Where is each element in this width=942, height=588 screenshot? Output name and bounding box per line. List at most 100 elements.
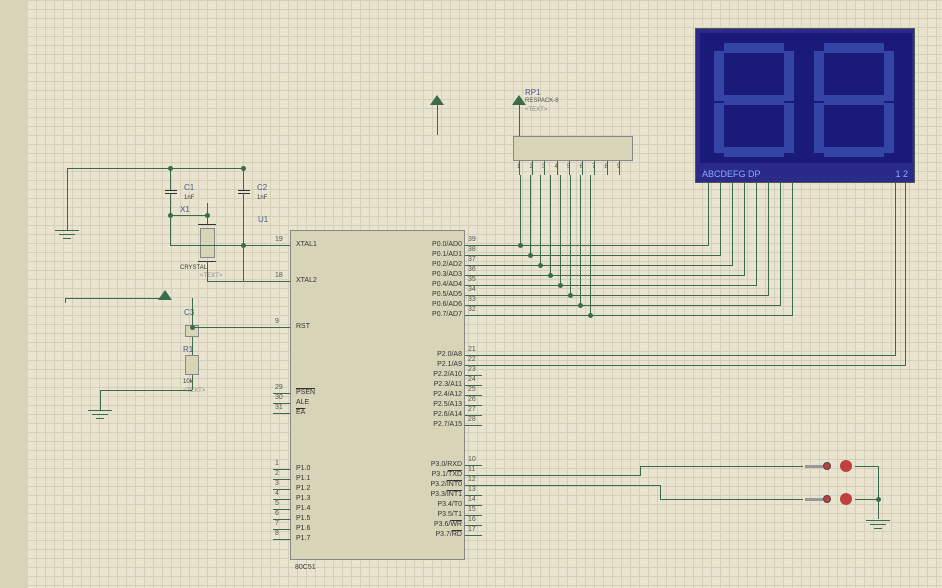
pin-label: P3.3/INT1 — [430, 491, 462, 498]
x1-text: <TEXT> — [200, 273, 222, 279]
pin-number: 39 — [468, 236, 476, 243]
pin-label: P2.6/A14 — [433, 411, 462, 418]
pin-label: P3.0/RXD — [431, 461, 462, 468]
pin-number: 22 — [468, 356, 476, 363]
pin-number: 18 — [275, 272, 283, 279]
pin-label: P3.4/T0 — [437, 501, 462, 508]
power-symbol — [158, 290, 172, 300]
pin-number: 36 — [468, 266, 476, 273]
pin-label: P0.6/AD6 — [432, 301, 462, 308]
display-pins-label: ABCDEFG DP — [702, 169, 761, 179]
pin-number: 9 — [275, 318, 279, 325]
rp1-value: RESPACK-8 — [525, 98, 559, 104]
pin-number: 27 — [468, 406, 476, 413]
pin-number: 5 — [275, 500, 279, 507]
pin-label: P2.7/A15 — [433, 421, 462, 428]
pin-label: P1.5 — [296, 515, 310, 522]
pin-label: P3.1/TXD — [432, 471, 462, 478]
pin-label: P3.6/WR — [434, 521, 462, 528]
pin-label: P0.7/AD7 — [432, 311, 462, 318]
c2-value: 1nF — [257, 195, 267, 201]
pin-label: P1.0 — [296, 465, 310, 472]
push-button-1[interactable] — [803, 460, 858, 475]
pin-number: 6 — [275, 510, 279, 517]
pin-number: 34 — [468, 286, 476, 293]
crystal-x1 — [200, 228, 215, 258]
pin-label: P1.2 — [296, 485, 310, 492]
pin-label: P2.0/A8 — [437, 351, 462, 358]
pin-number: 12 — [468, 476, 476, 483]
resistor-r1 — [185, 355, 199, 375]
pin-label: PSEN — [296, 389, 315, 396]
x1-value: CRYSTAL — [180, 265, 207, 271]
pin-number: 31 — [275, 404, 283, 411]
pin-label: P1.1 — [296, 475, 310, 482]
pin-number: 30 — [275, 394, 283, 401]
respack-pin-number: 5 — [567, 164, 570, 170]
power-symbol — [430, 95, 444, 105]
pin-number: 24 — [468, 376, 476, 383]
power-symbol — [512, 95, 526, 105]
pin-number: 8 — [275, 530, 279, 537]
respack-pin-number: 2 — [530, 164, 533, 170]
pin-number: 7 — [275, 520, 279, 527]
u1-part-number: 80C51 — [295, 564, 316, 571]
pin-label: P1.4 — [296, 505, 310, 512]
ground-symbol — [88, 410, 112, 424]
u1-name: U1 — [258, 215, 268, 224]
respack-pin-number: 3 — [542, 164, 545, 170]
pin-number: 26 — [468, 396, 476, 403]
seven-segment-display: ABCDEFG DP 1 2 — [695, 28, 915, 183]
pin-label: P3.7/RD — [436, 531, 462, 538]
pin-number: 1 — [275, 460, 279, 467]
pin-label: P0.4/AD4 — [432, 281, 462, 288]
pin-number: 33 — [468, 296, 476, 303]
pin-label: RST — [296, 323, 310, 330]
respack-pin-number: 6 — [580, 164, 583, 170]
rp1-text: <TEXT> — [525, 107, 547, 113]
pin-label: P2.4/A12 — [433, 391, 462, 398]
ground-symbol — [866, 520, 890, 534]
pin-label: XTAL1 — [296, 241, 317, 248]
pin-label: P1.6 — [296, 525, 310, 532]
respack-pin-number: 8 — [605, 164, 608, 170]
pin-number: 38 — [468, 246, 476, 253]
c1-name: C1 — [184, 183, 194, 192]
pin-label: P2.5/A13 — [433, 401, 462, 408]
pin-label: ALE — [296, 399, 309, 406]
pin-label: P1.3 — [296, 495, 310, 502]
pin-label: P0.1/AD1 — [432, 251, 462, 258]
pin-label: P2.3/A11 — [434, 381, 462, 388]
pin-number: 10 — [468, 456, 476, 463]
pin-number: 17 — [468, 526, 476, 533]
push-button-2[interactable] — [803, 493, 858, 508]
pin-label: P1.7 — [296, 535, 310, 542]
pin-number: 11 — [468, 466, 475, 473]
pin-number: 25 — [468, 386, 476, 393]
pin-label: P0.5/AD5 — [432, 291, 462, 298]
r1-text: <TEXT> — [183, 388, 205, 394]
pin-label: P3.5/T1 — [437, 511, 462, 518]
pin-label: P3.2/INT0 — [430, 481, 462, 488]
pin-number: 14 — [468, 496, 476, 503]
pin-number: 15 — [468, 506, 476, 513]
pin-label: EA — [296, 409, 305, 416]
display-digits-label: 1 2 — [895, 169, 908, 179]
pin-number: 3 — [275, 480, 279, 487]
pin-number: 2 — [275, 470, 279, 477]
pin-label: P0.3/AD3 — [432, 271, 462, 278]
pin-label: P0.0/AD0 — [432, 241, 462, 248]
respack-pin-number: 4 — [555, 164, 558, 170]
respack-pin-number: 1 — [517, 164, 520, 170]
pin-number: 35 — [468, 276, 476, 283]
pin-number: 16 — [468, 516, 476, 523]
pin-number: 13 — [468, 486, 476, 493]
pin-number: 32 — [468, 306, 476, 313]
pin-number: 29 — [275, 384, 283, 391]
pin-label: XTAL2 — [296, 277, 317, 284]
pin-label: P2.1/A9 — [437, 361, 462, 368]
c1-value: 1nF — [184, 195, 194, 201]
pin-number: 37 — [468, 256, 476, 263]
pin-number: 19 — [275, 236, 283, 243]
pin-number: 23 — [468, 366, 476, 373]
